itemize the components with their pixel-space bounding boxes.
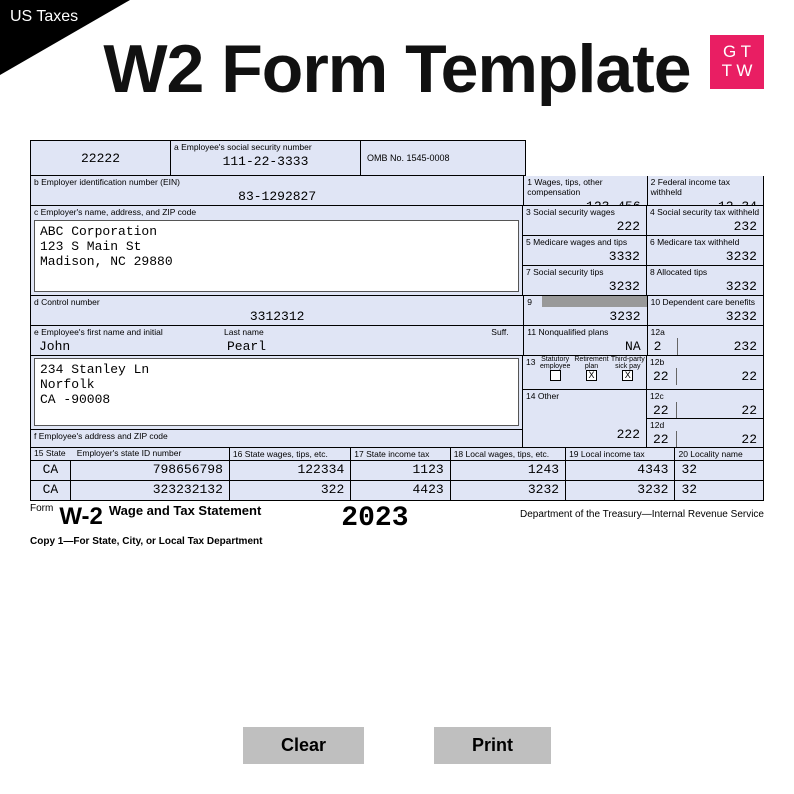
value-box2[interactable]: 12,34 — [648, 198, 763, 206]
value-box6[interactable]: 3232 — [647, 248, 763, 265]
label-box3: 3 Social security wages — [523, 206, 646, 218]
value-employer[interactable]: ABC Corporation 123 S Main St Madison, N… — [34, 220, 519, 292]
label-box12b: 12b — [647, 356, 763, 368]
label-d-control: d Control number — [31, 296, 523, 308]
value-box12b[interactable]: 22 — [677, 368, 763, 385]
label-box16: 16 State wages, tips, etc. — [230, 448, 350, 460]
label-box20: 20 Locality name — [675, 448, 763, 460]
label-box1: 1 Wages, tips, other compensation — [524, 176, 646, 198]
state-row-1-local-wages[interactable]: 3232 — [451, 481, 565, 498]
label-box5: 5 Medicare wages and tips — [523, 236, 646, 248]
value-control[interactable]: 3312312 — [31, 308, 523, 325]
value-employee-address[interactable]: 234 Stanley Ln Norfolk CA -90008 — [34, 358, 519, 426]
label-box6: 6 Medicare tax withheld — [647, 236, 763, 248]
label-retirement: Retirement plan — [573, 356, 609, 370]
label-box12c: 12c — [647, 390, 763, 402]
value-box10[interactable]: 3232 — [648, 308, 763, 325]
label-box17: 17 State income tax — [351, 448, 449, 460]
label-f-address: f Employee's address and ZIP code — [31, 429, 522, 442]
label-c-employer: c Employer's name, address, and ZIP code — [31, 206, 522, 218]
label-statement: Wage and Tax Statement — [109, 503, 261, 518]
label-copy: Copy 1—For State, City, or Local Tax Dep… — [30, 536, 764, 547]
label-box2: 2 Federal income tax withheld — [648, 176, 763, 198]
state-row-1-income-tax[interactable]: 4423 — [351, 481, 449, 498]
clear-button[interactable]: Clear — [243, 727, 364, 764]
value-box9[interactable]: 3232 — [524, 308, 646, 325]
label-box12d: 12d — [647, 419, 763, 431]
label-sickpay: Third-party sick pay — [610, 356, 646, 370]
value-box7[interactable]: 3232 — [523, 278, 646, 295]
state-row-0-locality[interactable]: 32 — [675, 461, 763, 478]
w2-form: 22222 a Employee's social security numbe… — [30, 140, 764, 547]
label-lastname: Last name — [221, 326, 488, 338]
state-row-0-local-tax[interactable]: 4343 — [566, 461, 674, 478]
value-box12d-code[interactable]: 22 — [647, 431, 677, 448]
label-box9: 9 — [524, 296, 542, 308]
value-box12c-code[interactable]: 22 — [647, 402, 677, 419]
state-row-0-local-wages[interactable]: 1243 — [451, 461, 565, 478]
label-e-firstname: e Employee's first name and initial — [31, 326, 221, 338]
value-ein[interactable]: 83-1292827 — [31, 188, 523, 205]
value-box12a-code[interactable]: 2 — [648, 338, 678, 355]
label-box15: 15 State — [31, 448, 69, 459]
label-box13: 13 — [523, 356, 537, 381]
label-box18: 18 Local wages, tips, etc. — [451, 448, 565, 460]
label-box12a: 12a — [648, 326, 763, 338]
value-box1[interactable]: 123,456 — [524, 198, 646, 206]
value-box14[interactable]: 222 — [523, 426, 646, 443]
value-box12d[interactable]: 22 — [677, 431, 763, 448]
value-box3[interactable]: 222 — [523, 218, 646, 235]
label-box11: 11 Nonqualified plans — [524, 326, 646, 338]
state-row-0-id[interactable]: 798656798 — [71, 461, 229, 478]
value-box4[interactable]: 232 — [647, 218, 763, 235]
value-box5[interactable]: 3332 — [523, 248, 646, 265]
label-box4: 4 Social security tax withheld — [647, 206, 763, 218]
value-box12b-code[interactable]: 22 — [647, 368, 677, 385]
label-omb: OMB No. 1545-0008 — [361, 152, 453, 165]
state-row-1-state[interactable]: CA — [31, 481, 70, 498]
label-department: Department of the Treasury—Internal Reve… — [520, 503, 764, 520]
value-lastname[interactable]: Pearl — [221, 338, 272, 355]
label-b-ein: b Employer identification number (EIN) — [31, 176, 523, 188]
value-box8[interactable]: 3232 — [647, 278, 763, 295]
value-box12c[interactable]: 22 — [677, 402, 763, 419]
label-suffix: Suff. — [488, 326, 523, 338]
label-year: 2023 — [341, 503, 408, 534]
label-employer-state-id: Employer's state ID number — [74, 448, 185, 459]
label-form: Form — [30, 503, 53, 514]
value-firstname[interactable]: John — [31, 338, 221, 355]
state-row-0-state[interactable]: CA — [31, 461, 70, 478]
label-box7: 7 Social security tips — [523, 266, 646, 278]
label-a-ssn: a Employee's social security number — [171, 141, 360, 153]
state-row-1-wages[interactable]: 322 — [230, 481, 350, 498]
label-w2: W-2 — [59, 503, 103, 531]
label-box10: 10 Dependent care benefits — [648, 296, 763, 308]
checkbox-sickpay[interactable]: X — [622, 370, 633, 381]
state-row-1-id[interactable]: 323232132 — [71, 481, 229, 498]
state-row-1-locality[interactable]: 32 — [675, 481, 763, 498]
page-title: W2 Form Template — [0, 30, 794, 108]
label-box14: 14 Other — [523, 390, 646, 402]
checkbox-retirement[interactable]: X — [586, 370, 597, 381]
print-button[interactable]: Print — [434, 727, 551, 764]
value-ssn[interactable]: 111-22-3333 — [171, 153, 360, 170]
value-box12a[interactable]: 232 — [678, 338, 763, 355]
box-22222: 22222 — [75, 150, 126, 167]
state-row-1-local-tax[interactable]: 3232 — [566, 481, 674, 498]
state-row-0-income-tax[interactable]: 1123 — [351, 461, 449, 478]
value-box11[interactable]: NA — [524, 338, 646, 355]
state-row-0-wages[interactable]: 122334 — [230, 461, 350, 478]
checkbox-statutory[interactable] — [550, 370, 561, 381]
label-statutory: Statutory employee — [537, 356, 573, 370]
label-box19: 19 Local income tax — [566, 448, 674, 460]
label-box8: 8 Allocated tips — [647, 266, 763, 278]
